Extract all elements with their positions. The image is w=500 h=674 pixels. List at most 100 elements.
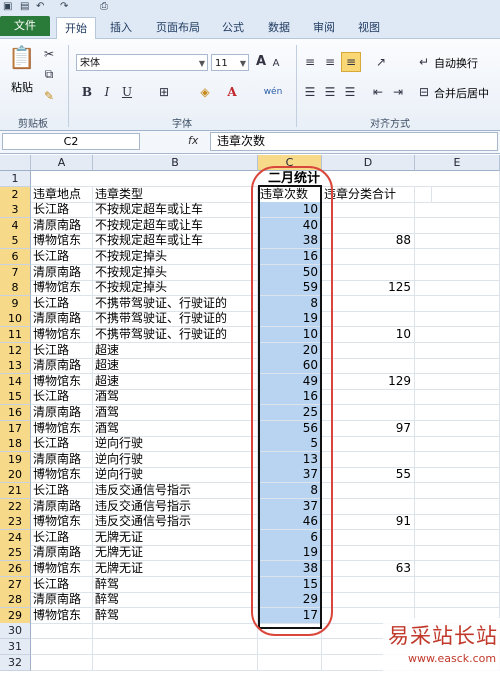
cell-violation-count[interactable]: 5: [258, 436, 322, 453]
orientation-icon[interactable]: ↗: [370, 53, 392, 71]
cell-violation-type[interactable]: 不携带驾驶证、行驶证的: [93, 311, 258, 328]
cell-category-total[interactable]: [322, 576, 415, 593]
grid-cell[interactable]: [415, 358, 500, 375]
cell-violation-count[interactable]: 50: [258, 264, 322, 281]
font-size-select[interactable]: 11 ▼: [211, 54, 249, 71]
cell-location[interactable]: 清原南路: [31, 498, 93, 515]
row-header[interactable]: 3: [0, 202, 31, 219]
grid-cell[interactable]: [415, 373, 500, 390]
tab-formulas[interactable]: 公式: [216, 17, 250, 38]
font-name-select[interactable]: 宋体 ▼: [76, 54, 208, 71]
row-header[interactable]: 1: [0, 171, 31, 187]
cell-category-total[interactable]: 10: [322, 327, 415, 343]
cell-location[interactable]: 博物馆东: [31, 467, 93, 484]
formula-input[interactable]: 违章次数: [210, 132, 498, 151]
column-header-d[interactable]: D: [322, 155, 415, 171]
cell-violation-count[interactable]: 37: [258, 498, 322, 515]
cell-category-total[interactable]: [322, 249, 415, 265]
header-count[interactable]: 违章次数: [258, 186, 322, 203]
cell-violation-type[interactable]: 超速: [93, 342, 258, 359]
row-header[interactable]: 18: [0, 436, 31, 453]
cell-violation-type[interactable]: 无牌无证: [93, 561, 258, 577]
grid-cell[interactable]: [415, 561, 500, 577]
row-header[interactable]: 16: [0, 405, 31, 421]
cell-violation-type[interactable]: 逆向行驶: [93, 467, 258, 484]
cell-category-total[interactable]: 129: [322, 373, 415, 390]
cell-violation-count[interactable]: 17: [258, 607, 322, 624]
cell-location[interactable]: 博物馆东: [31, 420, 93, 437]
redo-icon[interactable]: ↷: [60, 0, 68, 14]
grid-cell[interactable]: [415, 217, 500, 234]
column-header-e[interactable]: E: [415, 155, 500, 171]
cell-violation-type[interactable]: 醉驾: [93, 592, 258, 609]
cell-location[interactable]: 清原南路: [31, 311, 93, 328]
cell-category-total[interactable]: [322, 342, 415, 359]
row-header[interactable]: 21: [0, 483, 31, 499]
cell-violation-count[interactable]: 49: [258, 373, 322, 390]
cell-category-total[interactable]: 91: [322, 514, 415, 531]
cell-location[interactable]: 博物馆东: [31, 373, 93, 390]
cell-violation-type[interactable]: 不按规定超车或让车: [93, 202, 258, 219]
grid-cell[interactable]: [93, 623, 258, 640]
tab-review[interactable]: 审阅: [307, 17, 341, 38]
cell-violation-count[interactable]: 8: [258, 295, 322, 312]
cell-violation-count[interactable]: 10: [258, 202, 322, 219]
grid-cell[interactable]: [415, 436, 500, 453]
grid-cell[interactable]: [415, 483, 500, 499]
cell-location[interactable]: 博物馆东: [31, 561, 93, 577]
align-middle-icon[interactable]: ≡: [322, 53, 338, 71]
cell-violation-count[interactable]: 38: [258, 233, 322, 250]
row-header[interactable]: 22: [0, 498, 31, 515]
grid-cell[interactable]: [415, 249, 500, 265]
tab-file[interactable]: 文件: [0, 16, 50, 36]
cell-violation-type[interactable]: 不携带驾驶证、行驶证的: [93, 327, 258, 343]
cell-violation-count[interactable]: 46: [258, 514, 322, 531]
grid-cell[interactable]: [93, 654, 258, 671]
cell-violation-type[interactable]: 超速: [93, 373, 258, 390]
row-header[interactable]: 8: [0, 280, 31, 297]
row-header[interactable]: 31: [0, 639, 31, 655]
align-left-icon[interactable]: ☰: [302, 83, 318, 101]
cell-violation-type[interactable]: 无牌无证: [93, 545, 258, 562]
align-top-icon[interactable]: ≡: [302, 53, 318, 71]
cell-location[interactable]: 清原南路: [31, 217, 93, 234]
cell-category-total[interactable]: [322, 451, 415, 468]
cell-violation-count[interactable]: 19: [258, 311, 322, 328]
row-header[interactable]: 29: [0, 607, 31, 624]
cell-location[interactable]: 清原南路: [31, 358, 93, 375]
undo-icon[interactable]: ↶: [36, 0, 44, 14]
row-header[interactable]: 24: [0, 529, 31, 546]
cell-location[interactable]: 博物馆东: [31, 514, 93, 531]
grow-font-button[interactable]: A: [254, 53, 268, 71]
cut-icon[interactable]: ✂: [40, 45, 58, 63]
italic-button[interactable]: I: [100, 83, 114, 101]
paste-label[interactable]: 粘贴: [8, 79, 36, 95]
cell-category-total[interactable]: [322, 498, 415, 515]
grid-cell[interactable]: [415, 280, 500, 297]
name-box[interactable]: C2: [2, 133, 140, 150]
grid-cell[interactable]: [258, 639, 322, 655]
cell-location[interactable]: 清原南路: [31, 405, 93, 421]
tab-page-layout[interactable]: 页面布局: [148, 17, 208, 38]
cell-category-total[interactable]: [322, 405, 415, 421]
cell-location[interactable]: 长江路: [31, 249, 93, 265]
cell-category-total[interactable]: 55: [322, 467, 415, 484]
header-location[interactable]: 违章地点: [31, 186, 93, 203]
cell-violation-type[interactable]: 不携带驾驶证、行驶证的: [93, 295, 258, 312]
row-header[interactable]: 2: [0, 186, 31, 203]
tab-home[interactable]: 开始: [56, 17, 96, 39]
cell-category-total[interactable]: [322, 592, 415, 609]
cell-category-total[interactable]: 88: [322, 233, 415, 250]
insert-function-icon[interactable]: fx: [188, 134, 198, 147]
cell-category-total[interactable]: [322, 217, 415, 234]
row-header[interactable]: 28: [0, 592, 31, 609]
row-header[interactable]: 4: [0, 217, 31, 234]
cell-violation-type[interactable]: 超速: [93, 358, 258, 375]
cell-violation-type[interactable]: 酒驾: [93, 389, 258, 406]
grid-cell[interactable]: [415, 233, 500, 250]
grid-cell[interactable]: [415, 202, 500, 219]
column-header-c[interactable]: C: [258, 155, 322, 171]
cell-category-total[interactable]: [322, 545, 415, 562]
cell-location[interactable]: 清原南路: [31, 451, 93, 468]
cell-location[interactable]: 博物馆东: [31, 327, 93, 343]
